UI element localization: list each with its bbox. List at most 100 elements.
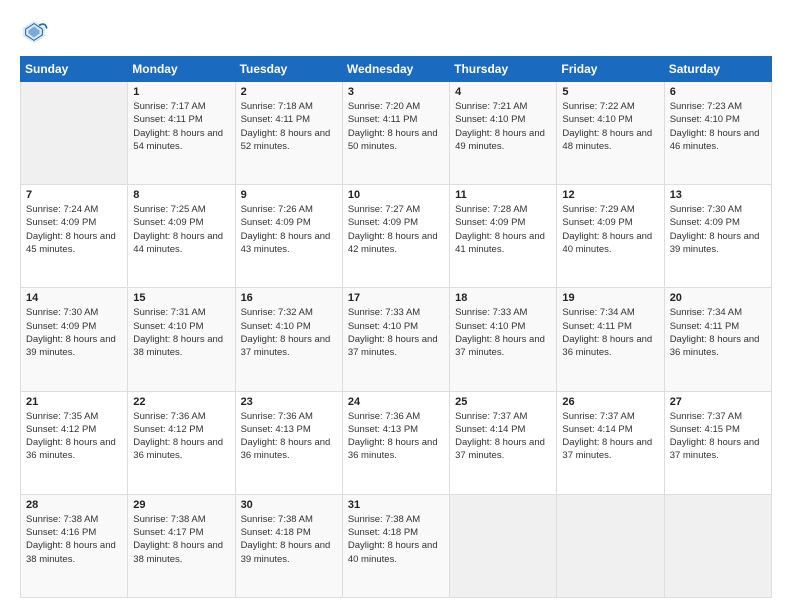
calendar-cell: 22Sunrise: 7:36 AMSunset: 4:12 PMDayligh… xyxy=(128,391,235,494)
calendar-cell xyxy=(664,494,771,597)
day-number: 19 xyxy=(562,292,658,304)
calendar-cell: 7Sunrise: 7:24 AMSunset: 4:09 PMDaylight… xyxy=(21,185,128,288)
cell-info: Sunrise: 7:38 AMSunset: 4:17 PMDaylight:… xyxy=(133,513,229,566)
day-number: 18 xyxy=(455,292,551,304)
calendar-cell: 15 Sunrise: 7:31 AMSunset: 4:10 PMDayligh… xyxy=(128,288,235,391)
cell-info: Sunrise: 7:25 AMSunset: 4:09 PMDaylight:… xyxy=(133,203,229,256)
calendar-cell: 25 Sunrise: 7:37 AMSunset: 4:14 PMDayligh… xyxy=(450,391,557,494)
calendar-cell: 31 Sunrise: 7:38 AMSunset: 4:18 PMDayligh… xyxy=(342,494,449,597)
calendar-cell: 11 Sunrise: 7:28 AMSunset: 4:09 PMDayligh… xyxy=(450,185,557,288)
day-number: 11 xyxy=(455,189,551,201)
cell-info: Sunrise: 7:28 AMSunset: 4:09 PMDaylight:… xyxy=(455,203,551,256)
calendar-cell: 20 Sunrise: 7:34 AMSunset: 4:11 PMDayligh… xyxy=(664,288,771,391)
calendar-cell: 26 Sunrise: 7:37 AMSunset: 4:14 PMDayligh… xyxy=(557,391,664,494)
day-number: 24 xyxy=(348,396,444,408)
cell-info: Sunrise: 7:34 AMSunset: 4:11 PMDaylight:… xyxy=(562,306,658,359)
calendar-cell: 28Sunrise: 7:38 AMSunset: 4:16 PMDayligh… xyxy=(21,494,128,597)
header xyxy=(20,18,772,46)
cell-info: Sunrise: 7:36 AMSunset: 4:13 PMDaylight:… xyxy=(241,410,337,463)
day-number: 1 xyxy=(133,86,229,98)
day-number: 23 xyxy=(241,396,337,408)
weekday-header-tuesday: Tuesday xyxy=(235,57,342,82)
calendar-cell: 18 Sunrise: 7:33 AMSunset: 4:10 PMDayligh… xyxy=(450,288,557,391)
day-number: 25 xyxy=(455,396,551,408)
week-row-5: 28Sunrise: 7:38 AMSunset: 4:16 PMDayligh… xyxy=(21,494,772,597)
cell-info: Sunrise: 7:37 AMSunset: 4:14 PMDaylight:… xyxy=(455,410,551,463)
calendar-cell xyxy=(557,494,664,597)
calendar-cell xyxy=(21,82,128,185)
cell-info: Sunrise: 7:38 AMSunset: 4:18 PMDaylight:… xyxy=(348,513,444,566)
day-number: 14 xyxy=(26,292,122,304)
cell-info: Sunrise: 7:26 AMSunset: 4:09 PMDaylight:… xyxy=(241,203,337,256)
calendar-cell xyxy=(450,494,557,597)
day-number: 21 xyxy=(26,396,122,408)
day-number: 6 xyxy=(670,86,766,98)
day-number: 28 xyxy=(26,499,122,511)
weekday-header-wednesday: Wednesday xyxy=(342,57,449,82)
day-number: 10 xyxy=(348,189,444,201)
cell-info: Sunrise: 7:37 AMSunset: 4:14 PMDaylight:… xyxy=(562,410,658,463)
day-number: 4 xyxy=(455,86,551,98)
cell-info: Sunrise: 7:30 AMSunset: 4:09 PMDaylight:… xyxy=(26,306,122,359)
day-number: 30 xyxy=(241,499,337,511)
cell-info: Sunrise: 7:34 AMSunset: 4:11 PMDaylight:… xyxy=(670,306,766,359)
calendar-cell: 17 Sunrise: 7:33 AMSunset: 4:10 PMDayligh… xyxy=(342,288,449,391)
day-number: 7 xyxy=(26,189,122,201)
week-row-3: 14 Sunrise: 7:30 AMSunset: 4:09 PMDayligh… xyxy=(21,288,772,391)
calendar-cell: 14 Sunrise: 7:30 AMSunset: 4:09 PMDayligh… xyxy=(21,288,128,391)
calendar-cell: 2Sunrise: 7:18 AMSunset: 4:11 PMDaylight… xyxy=(235,82,342,185)
calendar-cell: 13 Sunrise: 7:30 AMSunset: 4:09 PMDayligh… xyxy=(664,185,771,288)
weekday-header-saturday: Saturday xyxy=(664,57,771,82)
logo xyxy=(20,18,54,46)
day-number: 13 xyxy=(670,189,766,201)
weekday-header-thursday: Thursday xyxy=(450,57,557,82)
day-number: 2 xyxy=(241,86,337,98)
cell-info: Sunrise: 7:23 AMSunset: 4:10 PMDaylight:… xyxy=(670,100,766,153)
day-number: 31 xyxy=(348,499,444,511)
day-number: 16 xyxy=(241,292,337,304)
day-number: 20 xyxy=(670,292,766,304)
cell-info: Sunrise: 7:27 AMSunset: 4:09 PMDaylight:… xyxy=(348,203,444,256)
cell-info: Sunrise: 7:31 AMSunset: 4:10 PMDaylight:… xyxy=(133,306,229,359)
cell-info: Sunrise: 7:36 AMSunset: 4:13 PMDaylight:… xyxy=(348,410,444,463)
calendar-cell: 29 Sunrise: 7:38 AMSunset: 4:17 PMDayligh… xyxy=(128,494,235,597)
weekday-header-row: SundayMondayTuesdayWednesdayThursdayFrid… xyxy=(21,57,772,82)
weekday-header-sunday: Sunday xyxy=(21,57,128,82)
calendar-cell: 23 Sunrise: 7:36 AMSunset: 4:13 PMDayligh… xyxy=(235,391,342,494)
calendar-cell: 16 Sunrise: 7:32 AMSunset: 4:10 PMDayligh… xyxy=(235,288,342,391)
weekday-header-monday: Monday xyxy=(128,57,235,82)
cell-info: Sunrise: 7:33 AMSunset: 4:10 PMDaylight:… xyxy=(455,306,551,359)
calendar-cell: 9Sunrise: 7:26 AMSunset: 4:09 PMDaylight… xyxy=(235,185,342,288)
week-row-1: 1 Sunrise: 7:17 AMSunset: 4:11 PMDaylight… xyxy=(21,82,772,185)
day-number: 29 xyxy=(133,499,229,511)
calendar-cell: 30 Sunrise: 7:38 AMSunset: 4:18 PMDayligh… xyxy=(235,494,342,597)
calendar-cell: 8 Sunrise: 7:25 AMSunset: 4:09 PMDaylight… xyxy=(128,185,235,288)
cell-info: Sunrise: 7:22 AMSunset: 4:10 PMDaylight:… xyxy=(562,100,658,153)
page: SundayMondayTuesdayWednesdayThursdayFrid… xyxy=(0,0,792,612)
calendar-cell: 1 Sunrise: 7:17 AMSunset: 4:11 PMDaylight… xyxy=(128,82,235,185)
calendar-cell: 10 Sunrise: 7:27 AMSunset: 4:09 PMDayligh… xyxy=(342,185,449,288)
day-number: 17 xyxy=(348,292,444,304)
day-number: 15 xyxy=(133,292,229,304)
week-row-2: 7Sunrise: 7:24 AMSunset: 4:09 PMDaylight… xyxy=(21,185,772,288)
cell-info: Sunrise: 7:21 AMSunset: 4:10 PMDaylight:… xyxy=(455,100,551,153)
cell-info: Sunrise: 7:33 AMSunset: 4:10 PMDaylight:… xyxy=(348,306,444,359)
calendar-cell: 4 Sunrise: 7:21 AMSunset: 4:10 PMDaylight… xyxy=(450,82,557,185)
cell-info: Sunrise: 7:32 AMSunset: 4:10 PMDaylight:… xyxy=(241,306,337,359)
cell-info: Sunrise: 7:37 AMSunset: 4:15 PMDaylight:… xyxy=(670,410,766,463)
cell-info: Sunrise: 7:38 AMSunset: 4:18 PMDaylight:… xyxy=(241,513,337,566)
day-number: 8 xyxy=(133,189,229,201)
calendar-table: SundayMondayTuesdayWednesdayThursdayFrid… xyxy=(20,56,772,598)
cell-info: Sunrise: 7:17 AMSunset: 4:11 PMDaylight:… xyxy=(133,100,229,153)
cell-info: Sunrise: 7:30 AMSunset: 4:09 PMDaylight:… xyxy=(670,203,766,256)
day-number: 26 xyxy=(562,396,658,408)
calendar-cell: 6 Sunrise: 7:23 AMSunset: 4:10 PMDaylight… xyxy=(664,82,771,185)
calendar-cell: 24 Sunrise: 7:36 AMSunset: 4:13 PMDayligh… xyxy=(342,391,449,494)
day-number: 27 xyxy=(670,396,766,408)
day-number: 22 xyxy=(133,396,229,408)
logo-icon xyxy=(20,18,48,46)
cell-info: Sunrise: 7:35 AMSunset: 4:12 PMDaylight:… xyxy=(26,410,122,463)
calendar-cell: 3Sunrise: 7:20 AMSunset: 4:11 PMDaylight… xyxy=(342,82,449,185)
day-number: 5 xyxy=(562,86,658,98)
calendar-cell: 5 Sunrise: 7:22 AMSunset: 4:10 PMDaylight… xyxy=(557,82,664,185)
